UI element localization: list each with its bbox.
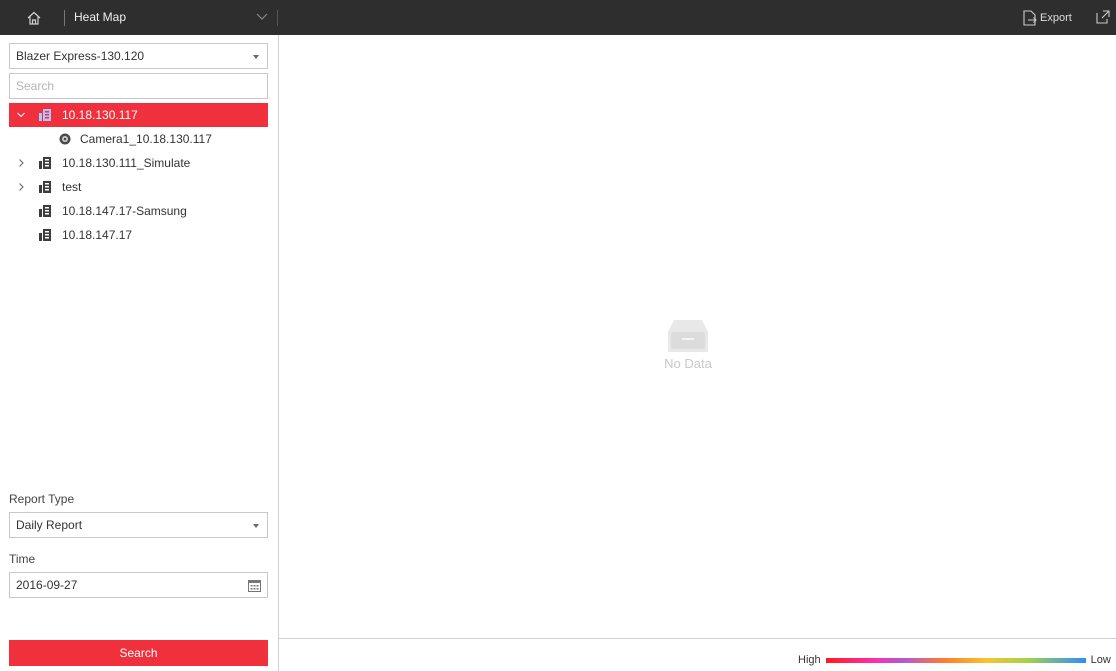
tree-node-label: 10.18.147.17 — [62, 228, 133, 242]
top-bar: Heat Map Export — [0, 0, 1116, 35]
heatmap-view: No Data High Low — [279, 35, 1116, 671]
search-input[interactable] — [10, 74, 267, 98]
left-panel: Blazer Express-130.120 10.18.130.117 — [0, 35, 279, 671]
tree-search[interactable] — [9, 73, 268, 99]
site-select-value: Blazer Express-130.120 — [16, 49, 145, 63]
site-select[interactable]: Blazer Express-130.120 — [9, 43, 268, 69]
tree-node-10-18-147-17-samsung[interactable]: 10.18.147.17-Samsung — [9, 199, 268, 223]
chevron-down-icon[interactable] — [17, 110, 25, 120]
report-type-label: Report Type — [9, 492, 75, 506]
no-data-text: No Data — [664, 356, 712, 371]
legend-high-label: High — [798, 654, 821, 666]
export-icon — [1023, 10, 1037, 26]
chevron-right-icon[interactable] — [17, 158, 25, 168]
device-icon — [39, 229, 51, 241]
tree-node-label: Camera1_10.18.130.117 — [80, 132, 212, 146]
popout-icon[interactable] — [1096, 10, 1110, 24]
time-value: 2016-09-27 — [16, 578, 78, 592]
export-label: Export — [1040, 12, 1072, 24]
module-title: Heat Map — [74, 10, 127, 24]
tree-node-label: 10.18.130.117 — [62, 108, 138, 122]
chevron-down-icon[interactable] — [256, 13, 268, 21]
calendar-icon[interactable] — [248, 579, 261, 592]
tree-node-camera1[interactable]: Camera1_10.18.130.117 — [9, 127, 268, 151]
search-button[interactable]: Search — [9, 640, 268, 666]
tree-node-10-18-147-17[interactable]: 10.18.147.17 — [9, 223, 268, 247]
tree-node-label: 10.18.147.17-Samsung — [62, 204, 187, 218]
empty-tray-icon — [668, 320, 708, 352]
heat-legend: High Low — [798, 652, 1111, 668]
divider — [277, 10, 278, 26]
tree-node-test[interactable]: test — [9, 175, 268, 199]
device-tree: 10.18.130.117 Camera1_10.18.130.117 10.1… — [9, 103, 268, 247]
divider — [64, 10, 65, 26]
device-icon — [39, 181, 51, 193]
device-icon — [39, 109, 51, 121]
chevron-right-icon[interactable] — [17, 182, 25, 192]
tree-node-label: test — [62, 180, 82, 194]
camera-icon — [59, 133, 71, 145]
time-label: Time — [9, 552, 36, 566]
legend-gradient — [825, 657, 1086, 663]
tree-node-label: 10.18.130.111_Simulate — [62, 156, 191, 170]
device-icon — [39, 157, 51, 169]
home-icon[interactable] — [26, 10, 42, 26]
divider — [279, 638, 1116, 639]
caret-down-icon — [253, 55, 259, 59]
report-type-select[interactable]: Daily Report — [9, 512, 268, 538]
export-button[interactable]: Export — [1023, 9, 1072, 27]
tree-node-10-18-130-111-simulate[interactable]: 10.18.130.111_Simulate — [9, 151, 268, 175]
caret-down-icon — [253, 524, 259, 528]
time-date-field[interactable]: 2016-09-27 — [9, 572, 268, 598]
legend-low-label: Low — [1090, 654, 1111, 666]
report-type-value: Daily Report — [16, 518, 83, 532]
tree-node-10-18-130-117[interactable]: 10.18.130.117 — [9, 103, 268, 127]
device-icon — [39, 205, 51, 217]
